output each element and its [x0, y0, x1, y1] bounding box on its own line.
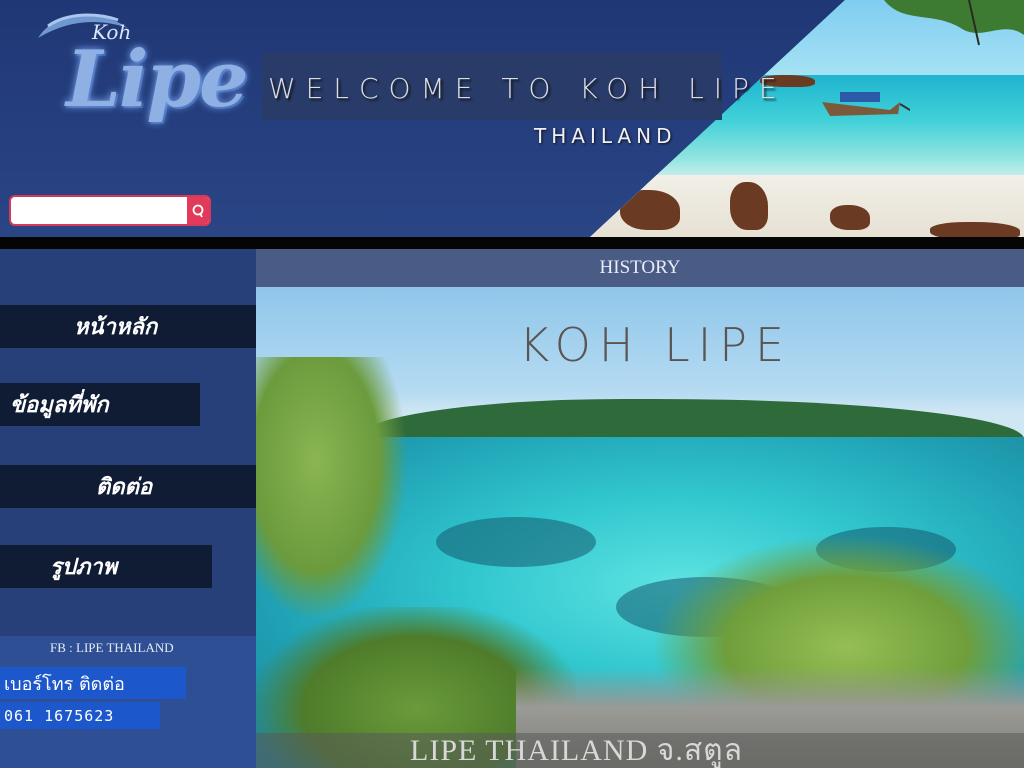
- sidebar-item-gallery[interactable]: รูปภาพ: [0, 545, 212, 588]
- sidebar-item-accommodation[interactable]: ข้อมูลที่พัก: [0, 383, 200, 426]
- hero-island-hills: [356, 399, 1024, 439]
- site-logo[interactable]: Koh Lipe: [28, 8, 249, 133]
- section-title: HISTORY: [599, 257, 681, 278]
- sidebar-item-label: หน้าหลัก: [74, 315, 158, 340]
- branch-foliage-icon: [884, 0, 1024, 46]
- hero-reef: [436, 517, 596, 567]
- welcome-subtitle: THAILAND: [534, 124, 677, 148]
- photo-rock: [730, 182, 768, 230]
- photo-rock: [620, 190, 680, 230]
- site-header: Koh Lipe WELCOME TO KOH LIPE THAILAND: [0, 0, 1024, 237]
- caption-text: LIPE THAILAND จ.สตูล: [410, 734, 744, 767]
- sidebar-item-home[interactable]: หน้าหลัก: [0, 305, 256, 348]
- sidebar-item-label: ข้อมูลที่พัก: [10, 393, 109, 418]
- search-input[interactable]: [15, 199, 187, 224]
- logo-lipe-text: Lipe: [66, 34, 249, 125]
- hero-title: KOH LIPE: [519, 318, 793, 372]
- photo-rock: [930, 222, 1020, 237]
- search-icon: [192, 204, 204, 217]
- welcome-title: WELCOME TO KOH LIPE: [268, 72, 787, 105]
- search-button[interactable]: [187, 197, 209, 224]
- hero-tree-left: [256, 357, 406, 617]
- sidebar-item-label: รูปภาพ: [50, 555, 118, 580]
- sidebar-item-contact[interactable]: ติดต่อ: [0, 465, 256, 508]
- photo-rock: [830, 205, 870, 230]
- facebook-link[interactable]: FB : LIPE THAILAND: [50, 640, 174, 656]
- section-title-bar: HISTORY: [256, 249, 1024, 287]
- search-box: [9, 195, 211, 226]
- phone-label: เบอร์โทร ติดต่อ: [0, 667, 186, 699]
- longtail-boat-icon: [822, 92, 910, 120]
- sidebar-item-label: ติดต่อ: [96, 475, 153, 500]
- phone-number: 061 1675623: [0, 702, 160, 729]
- header-divider: [0, 237, 1024, 249]
